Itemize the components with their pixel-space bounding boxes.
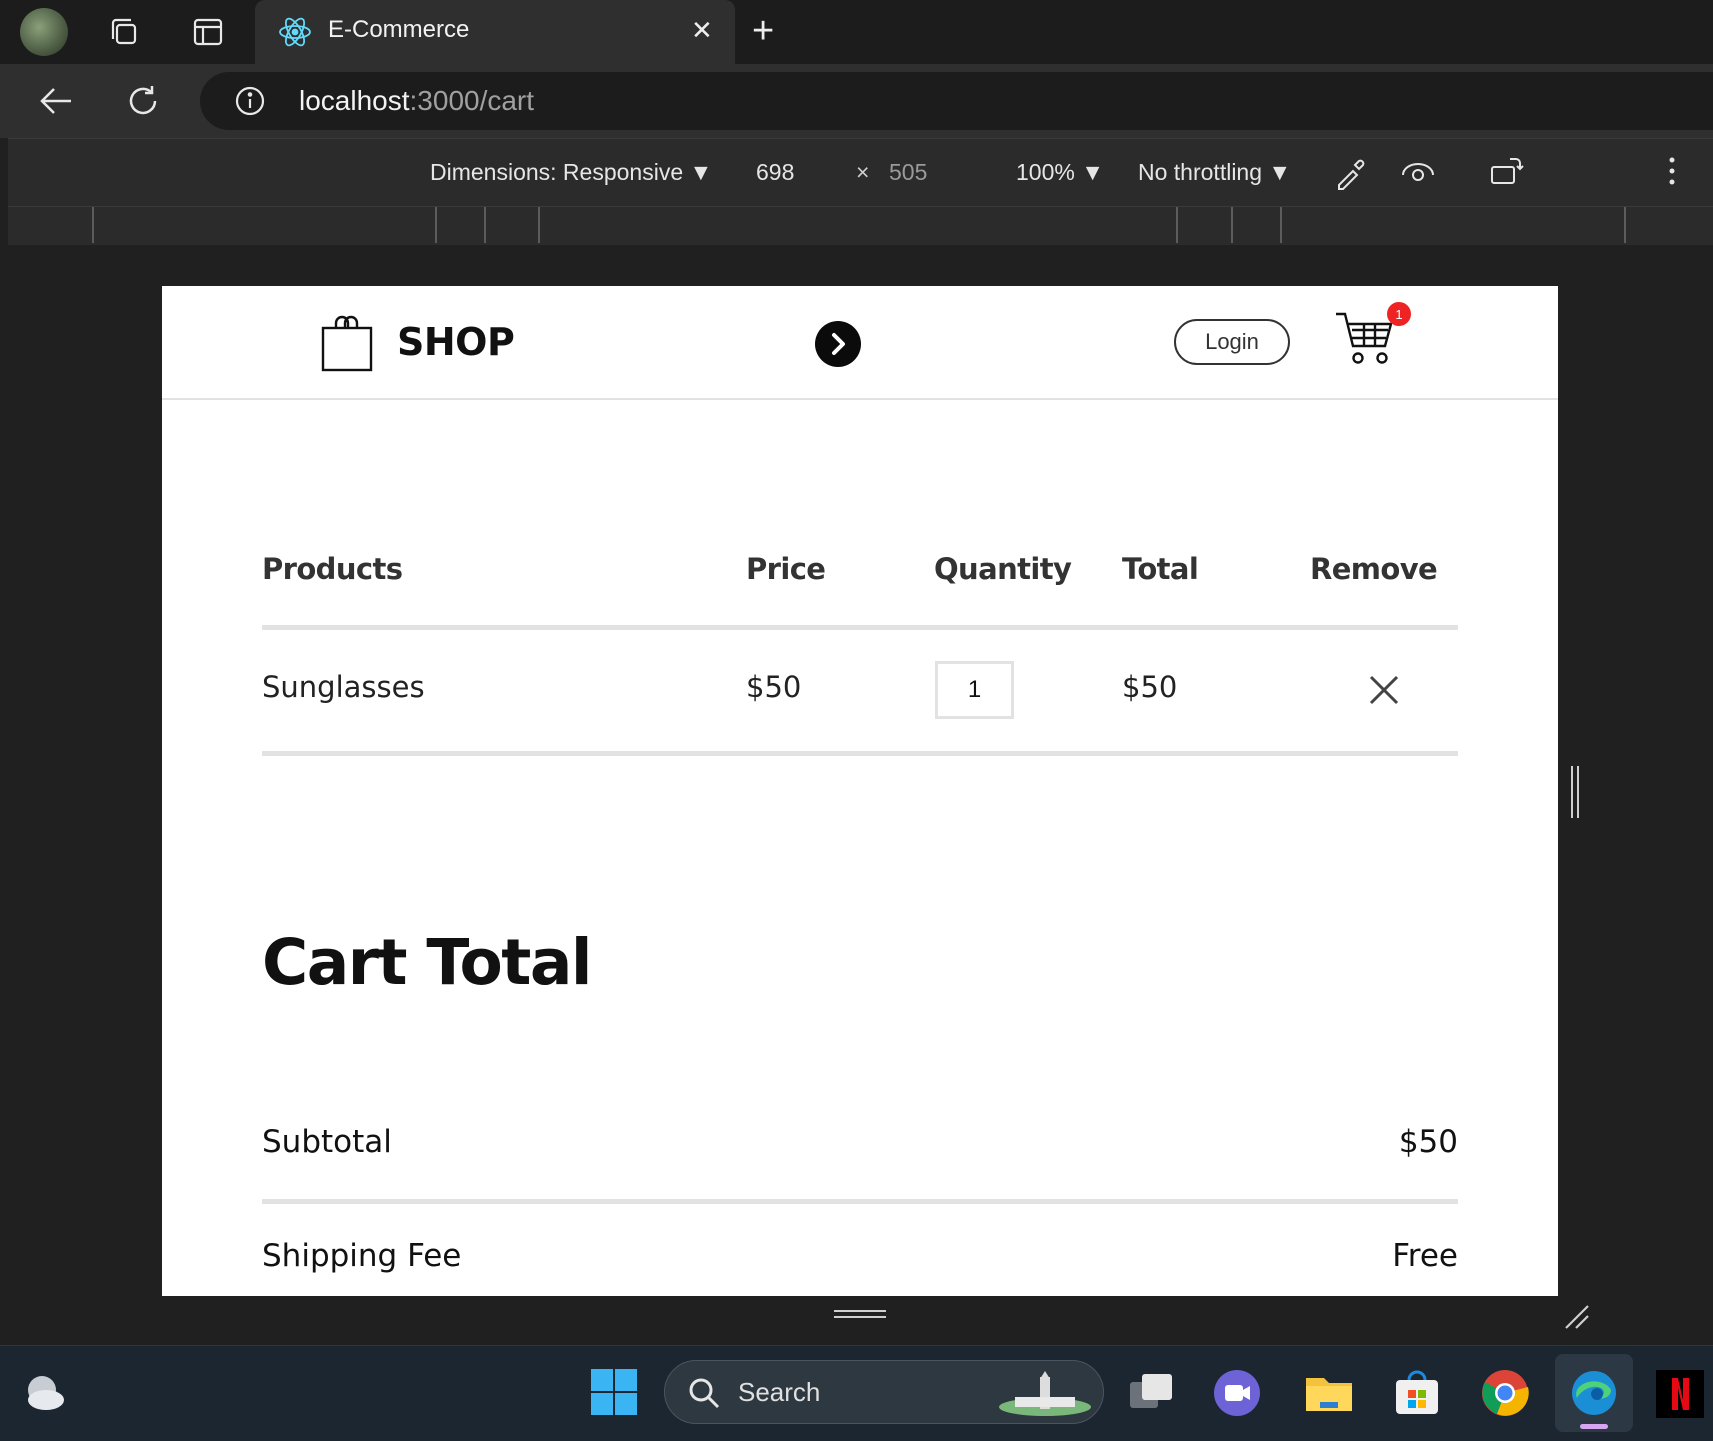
- login-button[interactable]: Login: [1174, 319, 1290, 365]
- throttling-dropdown[interactable]: No throttling ▼: [1138, 159, 1291, 186]
- ruler-tick[interactable]: [484, 207, 486, 243]
- dimension-separator: ×: [856, 159, 870, 185]
- browser-tab-bar: E-Commerce ✕ +: [0, 0, 1713, 64]
- dimensions-dropdown[interactable]: Dimensions: Responsive ▼: [430, 159, 712, 186]
- search-highlight-icon: [995, 1369, 1095, 1421]
- product-total: $50: [1122, 670, 1178, 704]
- site-header: SHOP Login 1: [162, 286, 1558, 400]
- column-header-products: Products: [262, 552, 403, 586]
- product-price: $50: [746, 670, 802, 704]
- search-icon: [687, 1376, 721, 1414]
- subtotal-value: $50: [1398, 1124, 1458, 1160]
- emulated-page: SHOP Login 1 Products Price Quantity Tot…: [162, 286, 1558, 1296]
- bottom-resize-handle[interactable]: [834, 1310, 886, 1318]
- cart-count-badge: 1: [1387, 302, 1411, 326]
- cart-total-title: Cart Total: [262, 926, 592, 999]
- subtotal-divider: [262, 1199, 1458, 1204]
- nav-toggle-button[interactable]: [815, 321, 861, 367]
- row-divider: [262, 751, 1458, 756]
- column-header-quantity: Quantity: [934, 552, 1072, 586]
- workspaces-icon[interactable]: [106, 14, 142, 50]
- height-input[interactable]: 505: [889, 159, 927, 186]
- chevron-right-icon: [832, 333, 845, 355]
- caret-down-icon: ▼: [1268, 159, 1292, 185]
- remove-item-icon[interactable]: [1368, 674, 1400, 710]
- store-icon[interactable]: [1392, 1368, 1442, 1418]
- quantity-input[interactable]: 1: [935, 661, 1014, 719]
- url-text: localhost:3000/cart: [299, 85, 534, 117]
- more-options-icon[interactable]: [1668, 155, 1676, 187]
- tab-ecommerce[interactable]: E-Commerce ✕: [255, 0, 735, 64]
- profile-avatar[interactable]: [20, 8, 68, 56]
- chrome-icon[interactable]: [1480, 1368, 1530, 1418]
- zoom-label: 100%: [1016, 159, 1075, 185]
- edge-icon: [1569, 1368, 1619, 1422]
- weather-icon[interactable]: [20, 1370, 68, 1420]
- shipping-value: Free: [1392, 1238, 1458, 1274]
- column-header-total: Total: [1122, 552, 1199, 586]
- ruler-tick[interactable]: [538, 207, 540, 243]
- shipping-label: Shipping Fee: [262, 1238, 462, 1274]
- corner-resize-icon[interactable]: [1564, 1304, 1590, 1334]
- url-path: :3000/cart: [409, 85, 535, 116]
- ruler-tick[interactable]: [1176, 207, 1178, 243]
- eyedropper-icon[interactable]: [1333, 155, 1369, 195]
- caret-down-icon: ▼: [1081, 159, 1104, 185]
- right-resize-handle[interactable]: [1571, 766, 1579, 818]
- throttling-label: No throttling: [1138, 159, 1263, 185]
- device-toolbar: Dimensions: Responsive ▼ 698 × 505 100% …: [8, 138, 1713, 207]
- vision-icon[interactable]: [1400, 157, 1436, 191]
- task-view-icon[interactable]: [1126, 1368, 1176, 1418]
- width-input[interactable]: 698: [756, 159, 794, 186]
- netflix-icon[interactable]: [1656, 1370, 1704, 1418]
- dimensions-label: Dimensions: Responsive: [430, 159, 684, 185]
- caret-down-icon: ▼: [689, 159, 713, 185]
- teams-icon[interactable]: [1212, 1368, 1262, 1418]
- column-header-remove: Remove: [1310, 552, 1438, 586]
- new-tab-icon[interactable]: +: [752, 12, 774, 50]
- column-header-price: Price: [746, 552, 826, 586]
- zoom-dropdown[interactable]: 100% ▼: [1016, 159, 1104, 186]
- refresh-icon[interactable]: [125, 83, 161, 123]
- tab-title: E-Commerce: [328, 16, 470, 43]
- taskbar: Search: [0, 1345, 1713, 1441]
- search-label: Search: [738, 1377, 821, 1407]
- address-bar[interactable]: localhost:3000/cart: [200, 72, 1713, 130]
- ruler-tick[interactable]: [1231, 207, 1233, 243]
- react-icon: [277, 14, 313, 54]
- file-explorer-icon[interactable]: [1304, 1368, 1354, 1418]
- shopping-bag-icon: [320, 314, 374, 376]
- media-query-ruler: [8, 206, 1713, 246]
- header-divider: [262, 625, 1458, 630]
- url-host: localhost: [299, 85, 410, 116]
- active-indicator: [1580, 1424, 1608, 1429]
- edge-taskbar-item[interactable]: [1555, 1354, 1633, 1432]
- start-icon[interactable]: [590, 1368, 638, 1420]
- bottom-resize-bar: [8, 1296, 1713, 1335]
- ruler-tick[interactable]: [435, 207, 437, 243]
- vertical-tabs-icon[interactable]: [190, 14, 226, 50]
- rotate-device-icon[interactable]: [1488, 155, 1526, 193]
- taskbar-search[interactable]: Search: [664, 1360, 1104, 1424]
- product-name: Sunglasses: [262, 670, 425, 704]
- ruler-tick[interactable]: [92, 207, 94, 243]
- subtotal-label: Subtotal: [262, 1124, 392, 1160]
- back-arrow-icon[interactable]: [38, 84, 74, 122]
- info-icon[interactable]: [234, 85, 266, 121]
- brand-name[interactable]: SHOP: [397, 320, 515, 364]
- browser-nav-bar: localhost:3000/cart: [0, 64, 1713, 138]
- ruler-tick[interactable]: [1280, 207, 1282, 243]
- ruler-tick[interactable]: [1624, 207, 1626, 243]
- tab-close-icon[interactable]: ✕: [691, 18, 713, 44]
